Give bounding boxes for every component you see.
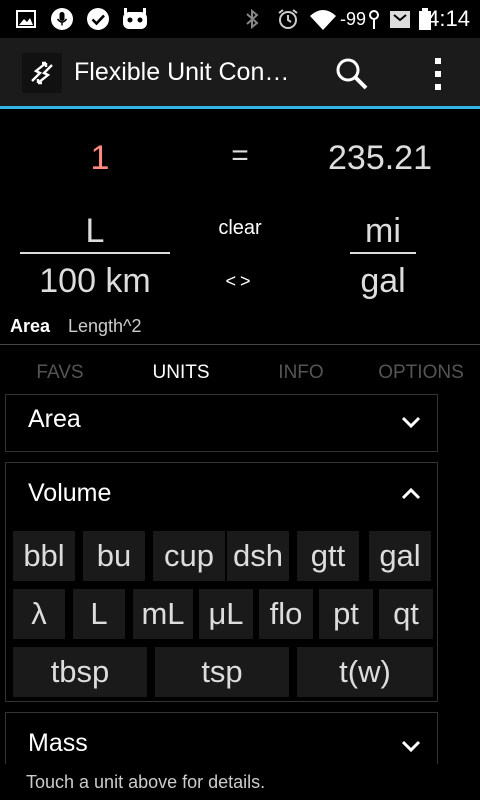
unit-key-gtt[interactable]: gtt [297,531,359,581]
bluetooth-icon [246,8,259,30]
tab-bar: FAVS UNITS INFO OPTIONS [0,346,480,394]
app-logo-icon[interactable] [22,53,62,93]
antenna-icon [369,10,379,29]
unit-key-flo[interactable]: flo [259,589,313,639]
tab-info[interactable]: INFO [262,362,340,384]
category-volume[interactable]: Volume bbl bu cup dsh gtt gal λ L mL μL … [5,462,438,702]
equals-sign: = [231,139,249,172]
unit-key-milliliter[interactable]: mL [133,589,193,639]
unit-key-bu[interactable]: bu [83,531,145,581]
dimension-value: Length^2 [68,316,142,336]
category-mass[interactable]: Mass [5,712,438,772]
unit-key-tsp[interactable]: tsp [155,647,289,697]
input-value[interactable]: 1 [60,139,140,178]
chevron-down-icon[interactable] [401,415,421,429]
status-bar: -99 4:14 [0,0,480,38]
picture-icon [16,10,36,28]
category-title: Mass [28,729,88,757]
from-unit-denominator[interactable]: 100 km [10,262,180,301]
unit-key-dsh[interactable]: dsh [227,531,289,581]
tab-options[interactable]: OPTIONS [370,362,472,384]
tab-favs[interactable]: FAVS [18,362,102,384]
category-title: Area [28,405,81,433]
swap-units-button[interactable]: <> [210,271,270,292]
tab-units[interactable]: UNITS [140,362,222,384]
app-title: Flexible Unit Con… [74,58,290,86]
chevron-up-icon[interactable] [401,487,421,501]
converter-panel: 1 = 235.21 L 100 km clear <> mi gal Area… [0,109,480,345]
category-area[interactable]: Area [5,394,438,452]
unit-key-ton-water[interactable]: t(w) [297,647,433,697]
converter-divider [0,344,480,345]
unit-key-tbsp[interactable]: tbsp [13,647,147,697]
mic-icon [51,8,73,30]
overflow-menu-icon[interactable] [432,56,444,92]
to-unit-fraction-line [350,252,416,254]
unit-key-qt[interactable]: qt [379,589,433,639]
to-unit-denominator[interactable]: gal [340,262,426,301]
clock: 4:14 [427,6,470,31]
check-icon [87,8,109,30]
dimension-label: Area [10,316,51,336]
from-unit-numerator[interactable]: L [20,212,170,251]
unit-key-bbl[interactable]: bbl [13,531,75,581]
unit-key-pt[interactable]: pt [319,589,373,639]
alarm-icon [278,9,298,29]
unit-key-cup[interactable]: cup [153,531,225,581]
clear-button[interactable]: clear [200,217,280,240]
to-unit-numerator[interactable]: mi [350,212,416,251]
from-unit-fraction-line [20,252,170,254]
chevron-down-icon[interactable] [401,739,421,753]
category-title: Volume [28,479,112,507]
robot-icon [123,8,147,29]
unit-key-lambda[interactable]: λ [13,589,65,639]
unit-key-microliter[interactable]: μL [199,589,253,639]
wifi-icon [310,10,336,30]
footer-hint: Touch a unit above for details. [26,772,266,792]
output-value[interactable]: 235.21 [300,139,460,178]
signal-icon [390,11,410,28]
footer-hint-bar: Touch a unit above for details. [0,764,480,800]
search-icon[interactable] [334,56,370,92]
action-bar: Flexible Unit Con… [0,38,480,106]
unit-key-gal[interactable]: gal [369,531,431,581]
unit-key-liter[interactable]: L [73,589,125,639]
